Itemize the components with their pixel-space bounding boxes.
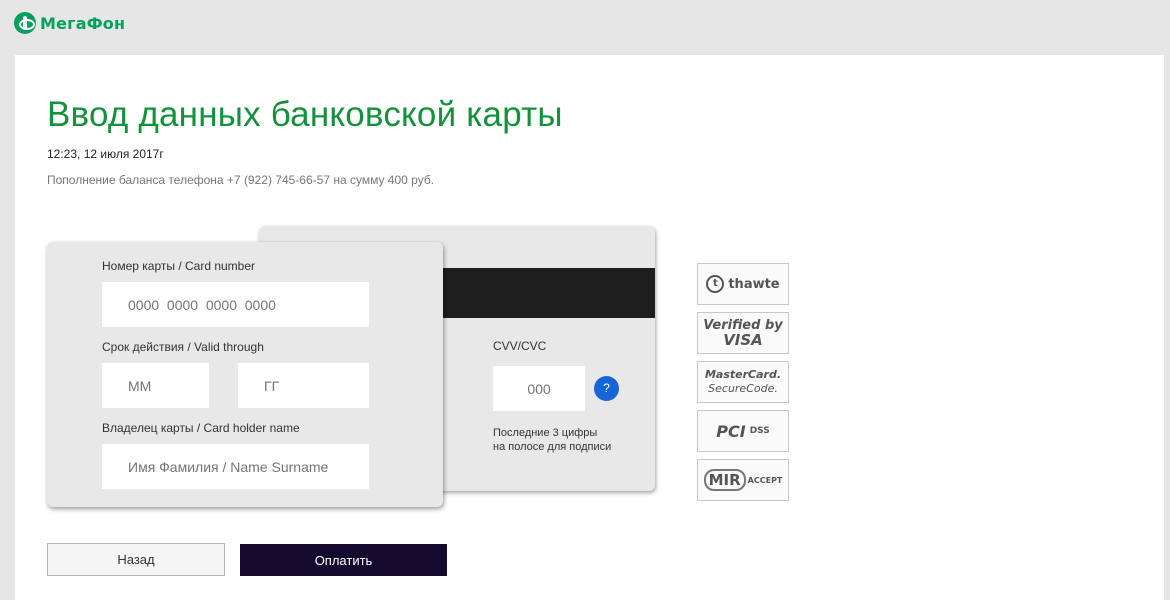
card-number-input[interactable] bbox=[102, 282, 369, 327]
card-front: Номер карты / Card number Срок действия … bbox=[47, 242, 443, 507]
card-holder-label: Владелец карты / Card holder name bbox=[102, 421, 300, 435]
expiry-label: Срок действия / Valid through bbox=[102, 340, 264, 354]
mastercard-securecode-icon: MasterCard. SecureCode. bbox=[697, 361, 789, 403]
payment-panel: Ввод данных банковской карты 12:23, 12 и… bbox=[15, 55, 1164, 600]
cvv-input[interactable] bbox=[493, 366, 585, 411]
card-number-label: Номер карты / Card number bbox=[102, 259, 256, 273]
page-title: Ввод данных банковской карты bbox=[47, 95, 563, 134]
card-holder-input[interactable] bbox=[102, 444, 369, 489]
payment-datetime: 12:23, 12 июля 2017г bbox=[47, 147, 164, 161]
mir-accept-icon: MIR ACCEPT bbox=[697, 459, 789, 501]
expiry-month-input[interactable] bbox=[102, 363, 209, 408]
verified-by-visa-icon: Verified by VISA bbox=[697, 312, 789, 354]
thawte-text: thawte bbox=[728, 276, 780, 292]
payment-description: Пополнение баланса телефона +7 (922) 745… bbox=[47, 173, 435, 187]
pay-button[interactable]: Оплатить bbox=[240, 544, 447, 576]
cvv-label: CVV/CVC bbox=[493, 339, 547, 353]
accept-text: ACCEPT bbox=[747, 475, 783, 485]
cvv-hint-line-2: на полосе для подписи bbox=[493, 441, 612, 453]
expiry-year-input[interactable] bbox=[238, 363, 369, 408]
logo-text: МегаФон bbox=[40, 13, 126, 33]
mir-text: MIR bbox=[703, 469, 746, 491]
back-button[interactable]: Назад bbox=[47, 543, 225, 576]
pci-text: PCI bbox=[716, 421, 746, 441]
mastercard-line-2: SecureCode. bbox=[708, 382, 778, 395]
mastercard-line-1: MasterCard. bbox=[704, 368, 782, 381]
cvv-hint: Последние 3 цифры на полосе для подписи bbox=[493, 426, 643, 454]
cvv-hint-line-1: Последние 3 цифры bbox=[493, 427, 598, 439]
visa-line-2: VISA bbox=[723, 331, 763, 349]
cvv-help-icon[interactable]: ? bbox=[594, 376, 619, 401]
thawte-icon: t thawte bbox=[697, 263, 789, 305]
dss-text: DSS bbox=[749, 426, 770, 436]
security-badges: t thawte Verified by VISA MasterCard. Se… bbox=[697, 263, 789, 508]
megafon-logo-icon bbox=[14, 12, 36, 34]
top-bar: МегаФон bbox=[0, 0, 1170, 55]
pci-dss-icon: PCI DSS bbox=[697, 410, 789, 452]
megafon-logo[interactable]: МегаФон bbox=[14, 12, 125, 34]
